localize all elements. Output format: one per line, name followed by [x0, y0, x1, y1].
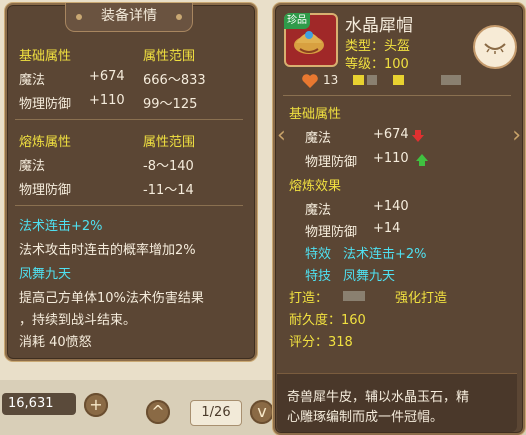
currency-display: 16,631: [2, 393, 76, 415]
closed-eye-icon: [484, 43, 506, 54]
refine-attr-value: +14: [373, 221, 401, 236]
item-description-line1: 奇兽犀牛皮，辅以水晶玉石，精: [287, 390, 470, 405]
attr-value: +674: [89, 69, 125, 84]
attr-name: 物理防御: [305, 155, 358, 170]
skill-desc-line1: 提高己方单体10%法术伤害结果: [19, 291, 204, 306]
down-arrow-icon: [412, 130, 424, 142]
special-skill-label: 特技: [305, 269, 332, 284]
attr-value: +110: [373, 151, 409, 166]
forge-label: 打造：: [289, 291, 329, 306]
refine-attr-value: +140: [373, 199, 409, 214]
divider: [15, 119, 243, 120]
skill-name: 凤舞九天: [19, 267, 72, 282]
attr-name: 魔法: [19, 73, 46, 88]
durability: 耐久度：160: [289, 313, 366, 328]
spell-effect-name: 法术连击+2%: [19, 219, 103, 234]
attr-range: 666～833: [143, 73, 206, 88]
redacted-block: [441, 75, 461, 85]
item-name: 水晶犀帽: [345, 16, 413, 36]
skill-desc-line2: ，持续到战斗结束。: [19, 313, 137, 328]
refine-attr-name: 物理防御: [305, 225, 358, 240]
star-marker: [393, 75, 404, 85]
page-indicator: 1/26: [190, 400, 242, 426]
next-page-button[interactable]: v: [250, 400, 274, 424]
star-marker: [353, 75, 364, 85]
special-effect-label: 特效: [305, 247, 332, 262]
like-count: 13: [323, 73, 339, 87]
refine-effect-header: 熔炼效果: [289, 179, 342, 194]
refine-attr-range: -8～140: [143, 159, 194, 174]
refine-attr-header: 熔炼属性: [19, 135, 72, 150]
divider: [15, 205, 243, 206]
next-item-arrow[interactable]: ›: [512, 123, 521, 148]
heart-icon[interactable]: [301, 73, 319, 89]
skill-cost: 消耗 40愤怒: [19, 335, 92, 350]
equipment-detail-panel: 装备详情 基础属性 属性范围 魔法 +674 666～833 物理防御 +110…: [5, 3, 257, 361]
item-type: 类型：头盔: [345, 39, 411, 54]
basic-attr-header: 基础属性: [19, 49, 72, 64]
eye-icon[interactable]: [473, 25, 517, 69]
forge-value: 强化打造: [395, 291, 448, 306]
special-skill-value: 凤舞九天: [343, 269, 396, 284]
refine-attr-name: 物理防御: [19, 183, 72, 198]
item-description-line2: 心雕琢编制而成一件冠帽。: [287, 410, 444, 425]
attr-name: 物理防御: [19, 97, 72, 112]
up-arrow-icon: [416, 154, 428, 166]
prev-item-arrow[interactable]: ‹: [277, 123, 286, 148]
attr-value: +110: [89, 93, 125, 108]
attr-value: +674: [373, 127, 409, 142]
item-icon[interactable]: 珍品: [284, 13, 338, 67]
score: 评分：318: [289, 335, 353, 350]
special-effect-value: 法术连击+2%: [343, 247, 427, 262]
spell-effect-desc: 法术攻击时连击的概率增加2%: [19, 243, 196, 258]
item-level: 等级：100: [345, 57, 409, 72]
redacted-block: [343, 291, 365, 301]
refine-attr-name: 魔法: [305, 203, 332, 218]
basic-attr-header: 基础属性: [289, 107, 342, 122]
description-box: 奇兽犀牛皮，辅以水晶玉石，精 心雕琢编制而成一件冠帽。: [277, 373, 517, 432]
redacted-block: [367, 75, 377, 85]
attr-range: 99～125: [143, 97, 198, 112]
refine-attr-range: -11～14: [143, 183, 194, 198]
helmet-icon: [294, 31, 324, 54]
refine-attr-name: 魔法: [19, 159, 46, 174]
add-button[interactable]: +: [84, 393, 108, 417]
prev-page-button[interactable]: ^: [146, 400, 170, 424]
attr-name: 魔法: [305, 131, 332, 146]
divider: [283, 95, 511, 96]
attr-range-header: 属性范围: [143, 49, 196, 64]
refine-range-header: 属性范围: [143, 135, 196, 150]
panel-title: 装备详情: [65, 3, 193, 32]
item-tooltip-panel: 珍品 水晶犀帽 类型：头盔 等级：100 13 ‹ › 基础属性 魔法 +674…: [273, 3, 525, 435]
